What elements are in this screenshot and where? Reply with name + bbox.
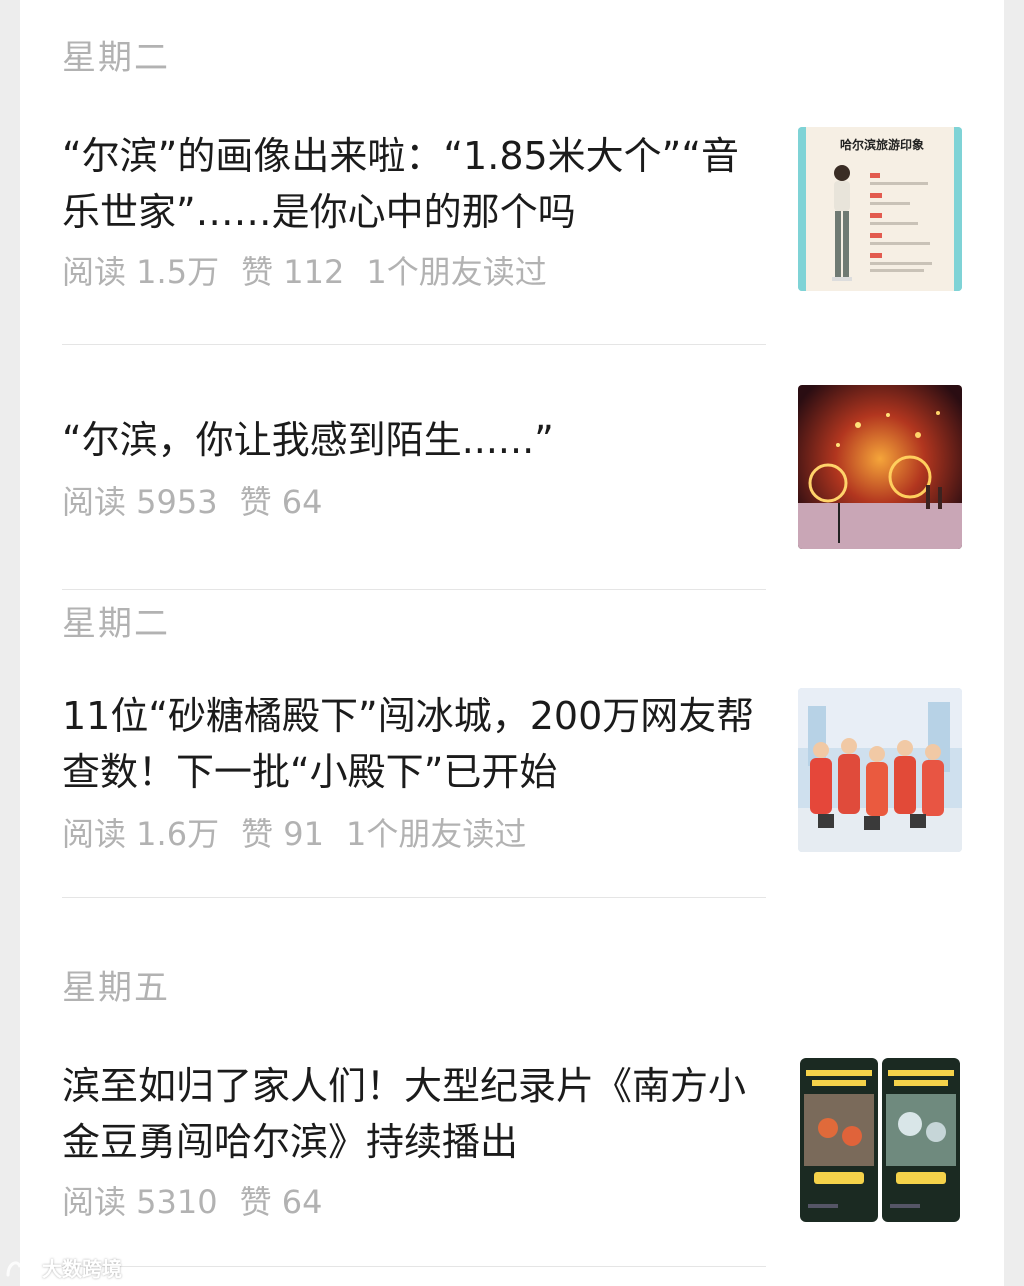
divider bbox=[62, 1266, 766, 1267]
watermark-text: 大数跨境 bbox=[42, 1256, 122, 1281]
divider bbox=[62, 897, 766, 898]
article-meta: 阅读 1.5万赞 112 1个朋友读过 bbox=[62, 252, 569, 292]
divider bbox=[62, 589, 766, 590]
thumbnail-image bbox=[798, 1058, 962, 1222]
like-count: 赞 64 bbox=[239, 483, 323, 521]
like-count: 赞 91 bbox=[241, 815, 324, 853]
read-count: 阅读 5310 bbox=[62, 1183, 218, 1221]
article-title[interactable]: 11位“砂糖橘殿下”闯冰城，200万网友帮查数！下一批“小殿下”已开始 bbox=[62, 688, 762, 800]
like-count: 赞 64 bbox=[239, 1183, 323, 1221]
friends-read: 1个朋友读过 bbox=[366, 253, 547, 291]
like-count: 赞 112 bbox=[241, 253, 345, 291]
date-header: 星期五 bbox=[62, 968, 170, 1008]
date-header: 星期二 bbox=[62, 38, 170, 78]
read-count: 阅读 5953 bbox=[62, 483, 218, 521]
thumbnail-caption: 哈尔滨旅游印象 bbox=[840, 137, 924, 152]
thumbnail-image bbox=[798, 688, 962, 852]
date-header: 星期二 bbox=[62, 604, 170, 644]
article-list-page: 星期二 “尔滨”的画像出来啦：“1.85米大个”“音乐世家”……是你心中的那个吗… bbox=[20, 0, 1004, 1286]
article-thumbnail[interactable] bbox=[798, 385, 962, 549]
thumbnail-image: 哈尔滨旅游印象 bbox=[798, 127, 962, 291]
article-meta: 阅读 5310 赞 64 bbox=[62, 1182, 345, 1222]
divider bbox=[62, 344, 766, 345]
watermark-logo-icon bbox=[6, 1260, 32, 1277]
article-title[interactable]: “尔滨，你让我感到陌生......” bbox=[62, 412, 762, 468]
article-thumbnail[interactable] bbox=[798, 688, 962, 852]
thumbnail-image bbox=[798, 385, 962, 549]
article-thumbnail[interactable]: 哈尔滨旅游印象 bbox=[798, 127, 962, 291]
watermark: 大数跨境 bbox=[4, 1252, 122, 1282]
article-title[interactable]: “尔滨”的画像出来啦：“1.85米大个”“音乐世家”……是你心中的那个吗 bbox=[62, 128, 762, 240]
read-count: 阅读 1.6万 bbox=[62, 815, 220, 853]
article-meta: 阅读 1.6万赞 91 1个朋友读过 bbox=[62, 814, 548, 854]
friends-read: 1个朋友读过 bbox=[345, 815, 527, 853]
article-thumbnail[interactable] bbox=[798, 1058, 962, 1222]
read-count: 阅读 1.5万 bbox=[62, 253, 220, 291]
article-title[interactable]: 滨至如归了家人们！大型纪录片《南方小金豆勇闯哈尔滨》持续播出 bbox=[62, 1058, 762, 1170]
article-meta: 阅读 5953 赞 64 bbox=[62, 482, 345, 522]
